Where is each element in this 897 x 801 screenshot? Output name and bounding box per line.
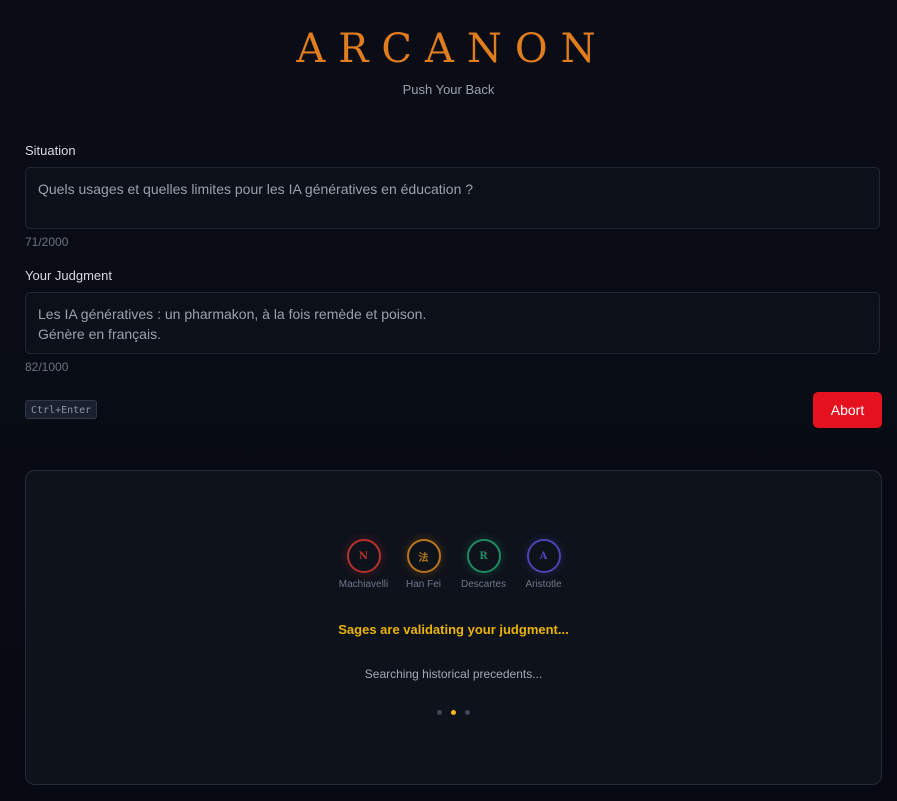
sage-item: 法 Han Fei <box>394 539 454 590</box>
judgment-textarea[interactable]: Les IA génératives : un pharmakon, à la … <box>25 292 880 354</box>
sage-name: Han Fei <box>405 579 441 590</box>
status-subtitle: Searching historical precedents... <box>364 667 543 681</box>
app-logo: ARCANON <box>296 26 609 72</box>
sage-avatar: 法 <box>406 539 441 573</box>
situation-char-counter: 71/2000 <box>25 235 69 249</box>
page: ARCANON Push Your Back Situation Quels u… <box>0 0 897 801</box>
loading-dot <box>437 710 442 715</box>
sage-item: N Machiavelli <box>334 539 394 590</box>
loading-indicator <box>26 710 881 715</box>
sage-avatar: A <box>526 539 561 573</box>
loading-dot <box>451 710 456 715</box>
situation-label: Situation <box>25 143 76 158</box>
abort-button[interactable]: Abort <box>813 392 882 428</box>
sage-item: A Aristotle <box>514 539 574 590</box>
situation-textarea[interactable]: Quels usages et quelles limites pour les… <box>25 167 880 229</box>
judgment-char-counter: 82/1000 <box>25 360 69 374</box>
sage-list: N Machiavelli 法 Han Fei R Descartes A Aristotle <box>26 539 881 590</box>
judgment-text-line: Les IA génératives : un pharmakon, à la … <box>38 306 427 322</box>
sage-item: R Descartes <box>454 539 514 590</box>
situation-text: Quels usages et quelles limites pour les… <box>38 181 474 197</box>
sage-avatar: N <box>346 539 381 573</box>
loading-dot <box>465 710 470 715</box>
validation-panel: N Machiavelli 法 Han Fei R Descartes A Aristotle… <box>25 470 882 785</box>
sage-avatar: R <box>466 539 501 573</box>
judgment-text-line: Génère en français. <box>38 326 161 342</box>
sage-name: Descartes <box>460 579 506 590</box>
sage-name: Machiavelli <box>338 579 389 590</box>
status-title: Sages are validating your judgment... <box>338 622 569 637</box>
sage-name: Aristotle <box>525 579 562 590</box>
judgment-label: Your Judgment <box>25 268 112 283</box>
app-tagline: Push Your Back <box>402 82 495 97</box>
keyboard-shortcut-hint: Ctrl+Enter <box>25 400 98 419</box>
